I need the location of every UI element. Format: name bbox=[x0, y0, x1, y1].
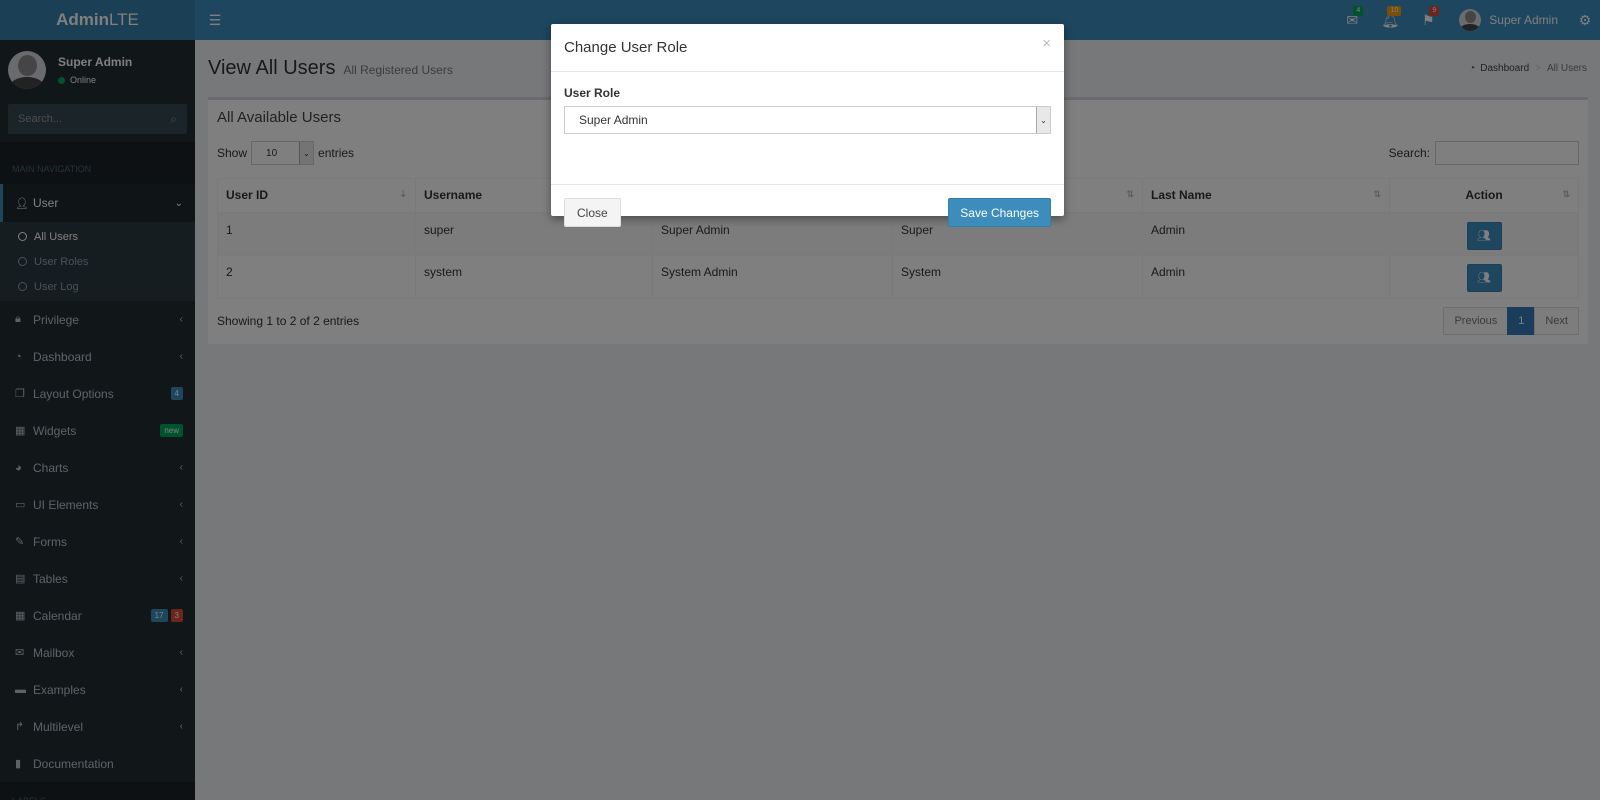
save-changes-button[interactable]: Save Changes bbox=[948, 198, 1051, 227]
user-role-select[interactable]: Super Admin ⌄ bbox=[564, 106, 1051, 134]
modal-title: Change User Role bbox=[564, 39, 688, 56]
modal-body: User Role Super Admin ⌄ bbox=[551, 72, 1064, 185]
close-icon[interactable]: × bbox=[1042, 35, 1051, 52]
modal-header: Change User Role × bbox=[551, 24, 1064, 72]
change-role-modal: Change User Role × User Role Super Admin… bbox=[551, 24, 1064, 227]
modal-footer: Close Save Changes bbox=[551, 185, 1064, 240]
close-button[interactable]: Close bbox=[564, 198, 621, 227]
chevron-down-icon: ⌄ bbox=[1036, 107, 1050, 133]
user-role-label: User Role bbox=[564, 86, 621, 100]
